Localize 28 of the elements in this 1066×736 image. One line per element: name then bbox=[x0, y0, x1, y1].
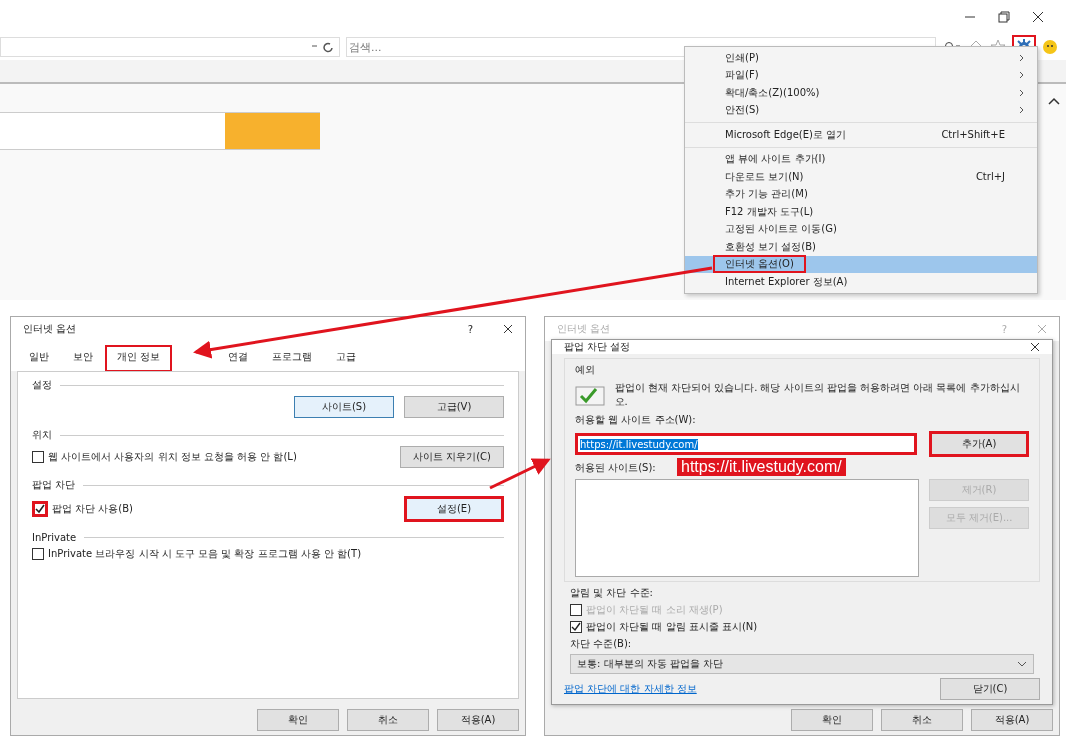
menu-item-label: 호환성 보기 설정(B) bbox=[725, 239, 818, 254]
section-title: 위치 bbox=[32, 428, 52, 442]
group-title: 예외 bbox=[575, 363, 596, 377]
menu-item-label: 확대/축소(Z)(100%) bbox=[725, 85, 821, 100]
section-title: 팝업 차단 bbox=[32, 478, 76, 492]
field-label: 허용할 웹 사이트 주소(W): bbox=[575, 413, 696, 427]
shortcut-label: Ctrl+J bbox=[975, 171, 1005, 183]
menu-item-label: Microsoft Edge(E)로 열기 bbox=[725, 127, 848, 142]
dialog-title: 인터넷 옵션 bbox=[23, 322, 77, 336]
dialog-title: 팝업 차단 설정 bbox=[564, 340, 631, 354]
shortcut-label: Ctrl+Shift+E bbox=[941, 129, 1005, 141]
info-text: 팝업이 현재 차단되어 있습니다. 해당 사이트의 팝업을 허용하려면 아래 목록에 추가하십시오. bbox=[614, 381, 1021, 409]
menu-item-label: 안전(S) bbox=[725, 103, 761, 118]
url-callout: https://it.livestudy.com/ bbox=[677, 458, 846, 476]
menu-item-label: 다운로드 보기(N) bbox=[725, 169, 805, 184]
menu-item-label: 앱 뷰에 사이트 추가(I) bbox=[725, 152, 827, 167]
menu-item-label: F12 개발자 도구(L) bbox=[725, 204, 815, 219]
section-title: InPrivate bbox=[32, 532, 77, 543]
group-title: 알림 및 차단 수준: bbox=[570, 586, 653, 600]
menu-item-label: 고정된 사이트로 이동(G) bbox=[725, 222, 838, 237]
field-label: 허용된 사이트(S): bbox=[575, 461, 656, 475]
menu-item-label: 추가 기능 관리(M) bbox=[725, 187, 809, 202]
menu-item-label: Internet Explorer 정보(A) bbox=[725, 274, 849, 289]
section-title: 설정 bbox=[32, 378, 52, 392]
menu-item-label: 파일(F) bbox=[725, 68, 760, 83]
dialog-title: 인터넷 옵션 bbox=[557, 322, 611, 336]
field-label: 차단 수준(B): bbox=[570, 637, 632, 651]
menu-item-label: 인터넷 옵션(O) bbox=[713, 255, 806, 274]
